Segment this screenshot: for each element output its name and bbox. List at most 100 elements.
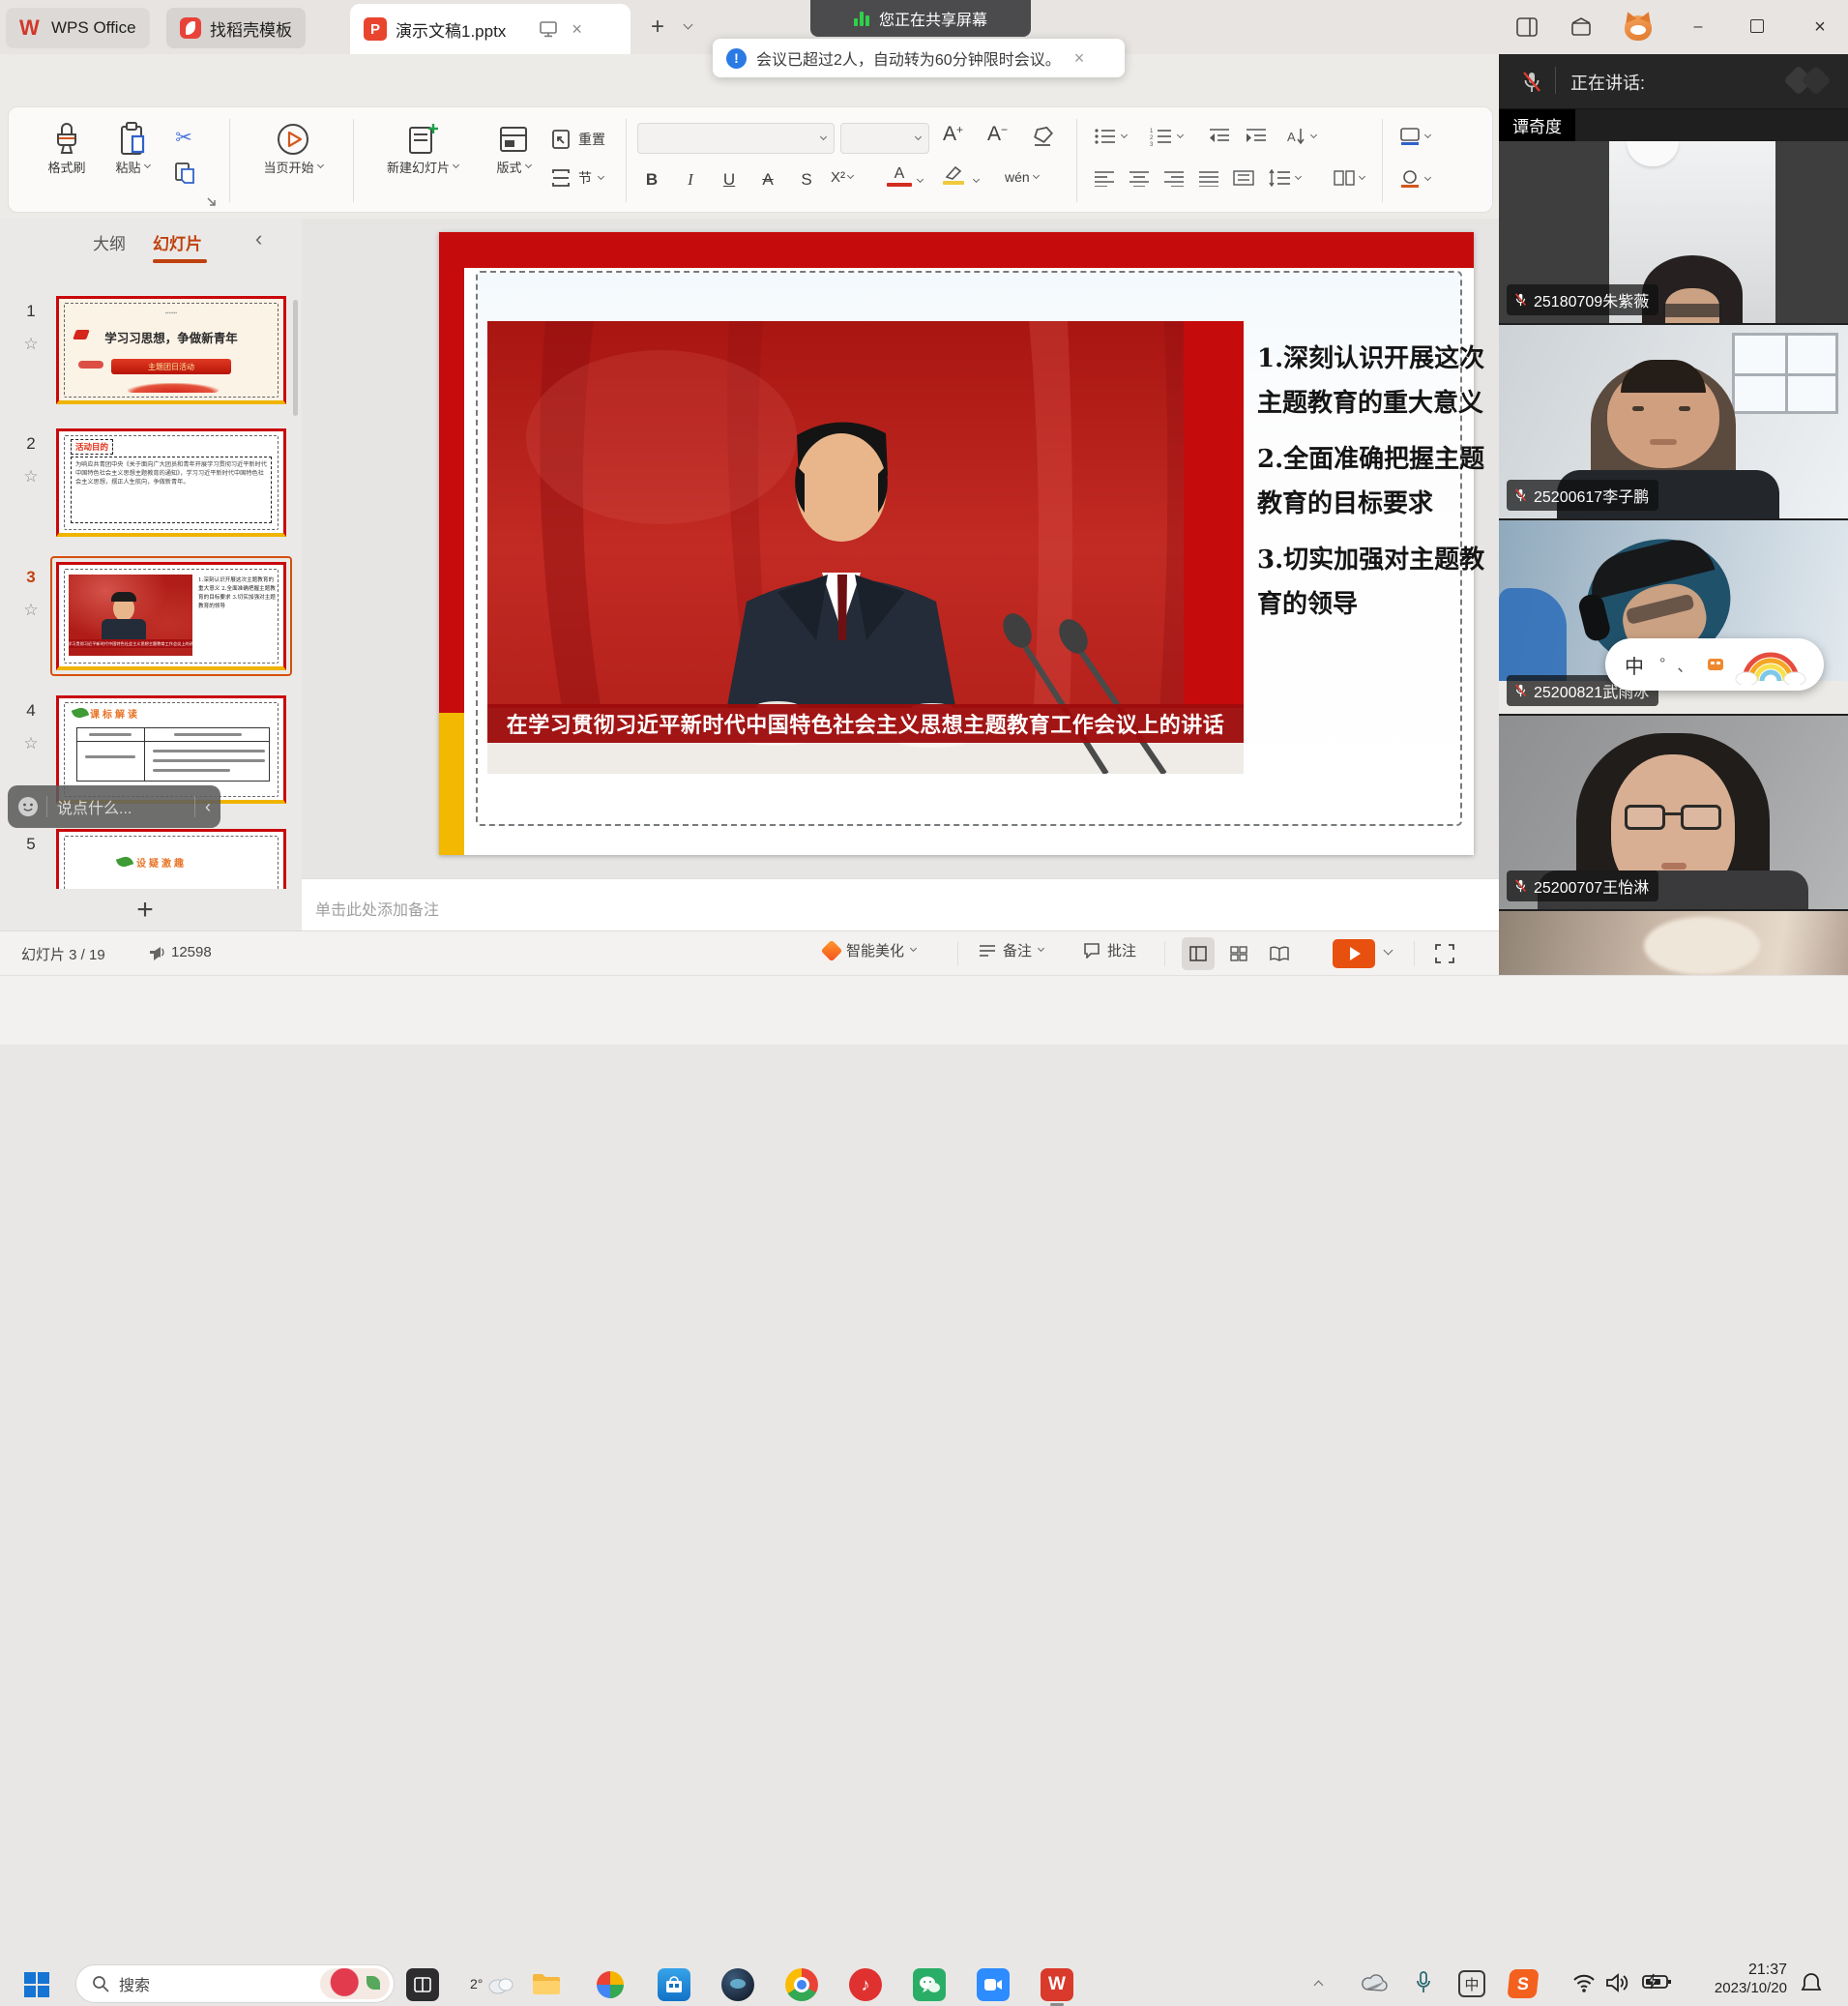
chat-input[interactable]: 说点什么... [57,795,194,818]
slide-sorter-view-button[interactable] [1222,937,1255,970]
wifi-icon[interactable] [1572,1973,1596,1992]
paragraph-layout-button[interactable] [1334,169,1364,187]
collapse-chat-icon[interactable]: ‹ [205,797,211,817]
ime-toolbar-widget[interactable]: 中 ° 、 [1605,638,1824,691]
play-options-chevron-icon[interactable] [1385,951,1392,954]
wps-mascot-icon[interactable] [1623,12,1654,43]
align-right-icon[interactable] [1163,169,1185,187]
format-painter-button[interactable]: 格式刷 [36,121,98,176]
participant-tile-partial[interactable] [1499,911,1848,975]
participant-tile[interactable]: 25200617李子鹏 [1499,325,1848,518]
slide-points[interactable]: 1.深刻认识开展这次主题教育的重大意义 2.全面准确把握主题教育的目标要求 3.… [1257,337,1501,627]
mic-muted-icon[interactable] [1520,70,1543,95]
slide[interactable]: 在学习贯彻习近平新时代中国特色社会主义思想主题教育工作会议上的讲话 1.深刻认识… [439,232,1474,855]
chrome-browser-icon[interactable] [785,1968,818,2001]
italic-button[interactable]: I [678,167,703,192]
highlight-button[interactable] [943,165,968,185]
ime-mode-icon[interactable]: 中 [1458,1970,1485,1997]
shape-outline-button[interactable] [1399,169,1430,189]
emoji-icon[interactable] [17,796,39,817]
fullscreen-icon[interactable] [1433,942,1456,965]
superscript-button[interactable]: X² [831,169,853,186]
tab-presentation-active[interactable]: P 演示文稿1.pptx × [350,4,631,54]
notes-bar[interactable]: 单击此处添加备注 [302,878,1499,930]
collapse-panel-icon[interactable]: ‹ [255,226,262,251]
increase-font-button[interactable]: A+ [943,123,963,146]
text-direction-button[interactable]: A [1285,127,1316,146]
justify-icon[interactable] [1198,169,1219,187]
editing-canvas[interactable]: 在学习贯彻习近平新时代中国特色社会主义思想主题教育工作会议上的讲话 1.深刻认识… [302,219,1499,930]
add-slide-button[interactable]: + [122,890,168,930]
favorite-star-icon[interactable]: ☆ [19,601,43,620]
notes-toggle-button[interactable]: 备注 [979,940,1043,960]
toast-close-icon[interactable]: × [1074,48,1085,69]
tray-expand-chevron-icon[interactable] [1315,1978,1322,1989]
notes-placeholder[interactable]: 单击此处添加备注 [315,897,439,920]
new-slide-button[interactable]: 新建幻灯片 [372,121,473,176]
numbered-list-button[interactable]: 123 [1150,127,1183,146]
comments-button[interactable]: 批注 [1083,940,1136,960]
tab-wps-home[interactable]: W WPS Office [6,8,150,48]
layout-button[interactable]: 版式 [484,121,543,176]
microphone-tray-icon[interactable] [1414,1970,1433,1995]
music-app-icon[interactable]: ♪ [849,1968,882,2001]
copy-icon[interactable] [173,162,196,187]
increase-indent-icon[interactable] [1245,127,1268,146]
panel-scrollbar[interactable] [293,300,298,416]
resource-box-icon[interactable] [1570,17,1592,37]
distribute-icon[interactable] [1233,169,1254,187]
task-view-icon[interactable] [406,1968,439,2001]
tab-outline[interactable]: 大纲 [93,230,126,254]
decrease-font-button[interactable]: A− [987,123,1008,146]
tab-slides[interactable]: 幻灯片 [153,230,202,254]
play-from-current-button[interactable]: 当页开始 [249,121,337,176]
play-slideshow-button[interactable] [1333,939,1375,968]
meeting-app-icon[interactable] [977,1968,1010,2001]
microsoft-store-icon[interactable] [658,1968,690,2001]
sidebar-toggle-icon[interactable] [1516,17,1538,37]
slide-thumbnail-5[interactable]: 设疑激趣 [56,829,286,889]
reset-button[interactable]: 重置 [550,129,605,150]
participant-tile[interactable]: 中 ° 、 25200821武雨冰 [1499,520,1848,714]
volume-icon[interactable] [1605,1972,1630,1993]
participant-tile[interactable]: 25180709朱紫薇 [1499,141,1848,323]
clipboard-dialog-launcher-icon[interactable] [206,196,217,207]
slide-photo[interactable]: 在学习贯彻习近平新时代中国特色社会主义思想主题教育工作会议上的讲话 [487,321,1244,774]
shape-fill-button[interactable] [1399,127,1430,146]
slide-thumbnail-2[interactable]: 活动目的 为响应共青团中央《关于面向广大团员和青年开展学习贯彻习近平新时代中国特… [56,428,286,537]
paste-button[interactable]: 粘贴 [105,121,160,176]
cut-icon[interactable]: ✂ [171,125,196,150]
close-tab-icon[interactable]: × [572,19,582,40]
weather-widget[interactable]: 2° [470,1972,514,1995]
ime-mode-label[interactable]: 中 [1625,651,1644,679]
pinyin-button[interactable]: wén [1005,169,1039,185]
bold-button[interactable]: B [639,167,664,192]
battery-icon[interactable] [1642,1973,1671,1991]
align-left-icon[interactable] [1094,169,1115,187]
section-button[interactable]: 节 [550,167,603,189]
align-center-icon[interactable] [1129,169,1150,187]
cloud-sync-icon[interactable] [1362,1972,1389,1993]
windows-start-button[interactable] [23,1971,50,1998]
slide-thumbnail-3[interactable]: 在学习贯彻习近平新时代中国特色社会主义思想主题教育工作会议上的讲话 1.深刻认识… [56,562,286,670]
ime-skin-icon[interactable] [1706,655,1725,674]
new-tab-button[interactable]: + [644,14,671,41]
smart-beautify-button[interactable]: 智能美化 [824,940,916,960]
taskbar-search-box[interactable]: 搜索 [75,1964,395,2003]
reading-view-button[interactable] [1263,937,1296,970]
wps-app-icon[interactable]: W [1041,1968,1073,2001]
close-window-button[interactable]: × [1810,17,1830,37]
font-size-select[interactable] [840,123,929,154]
wechat-icon[interactable] [913,1968,946,2001]
ime-punctuation[interactable]: ° [1659,656,1665,673]
favorite-star-icon[interactable]: ☆ [19,335,43,354]
slide-thumbnail-1[interactable]: ▪▪▪▪▪▪▪ 学习习思想，争做新青年 主题团日活动 [56,296,286,404]
line-spacing-button[interactable] [1268,169,1301,187]
maximize-button[interactable] [1750,19,1764,33]
decrease-indent-icon[interactable] [1208,127,1231,146]
tab-docer[interactable]: 找稻壳模板 [166,8,306,48]
favorite-star-icon[interactable]: ☆ [19,467,43,487]
text-shadow-button[interactable]: S [794,167,819,192]
underline-button[interactable]: U [717,167,742,192]
file-explorer-icon[interactable] [530,1968,563,2001]
